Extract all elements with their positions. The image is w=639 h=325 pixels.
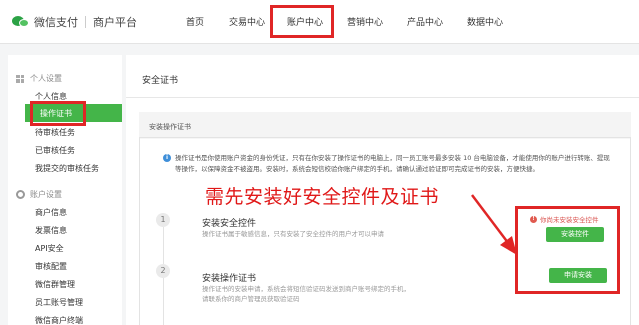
sidebar-group-personal: 个人设置	[16, 73, 62, 84]
sidebar-item-wechat-group[interactable]: 微信群管理	[35, 279, 75, 290]
step-number-2: 2	[156, 264, 170, 278]
sidebar-item-merchant-terminal[interactable]: 微信商户终端	[35, 315, 83, 325]
gear-icon	[16, 190, 25, 199]
panel-title: 安装操作证书	[149, 123, 191, 131]
sidebar-item-api-security[interactable]: API安全	[35, 243, 64, 254]
sidebar-item-pending-review[interactable]: 待审核任务	[35, 127, 75, 138]
step-number-1: 1	[156, 213, 170, 227]
sidebar-group-account: 账户设置	[16, 189, 62, 200]
brand-name: 微信支付	[34, 16, 78, 29]
sidebar-item-reviewed[interactable]: 已审核任务	[35, 145, 75, 156]
step-desc-1: 操作证书属于敏感信息，只有安装了安全控件的用户才可以申请	[202, 230, 384, 238]
sidebar-item-staff-accounts[interactable]: 员工账号管理	[35, 297, 83, 308]
title-divider	[126, 97, 639, 98]
brand-divider	[85, 16, 86, 28]
highlight-box-operation-certificate	[30, 101, 86, 126]
sidebar-item-invoice-info[interactable]: 发票信息	[35, 225, 67, 236]
sidebar-group-label: 个人设置	[30, 74, 62, 83]
sidebar-item-merchant-info[interactable]: 商户信息	[35, 207, 67, 218]
highlight-box-account-center	[270, 5, 334, 38]
brand-subtitle: 商户平台	[93, 16, 137, 29]
step-title-2: 安装操作证书	[202, 274, 257, 284]
nav-product-center[interactable]: 产品中心	[407, 15, 443, 28]
nav-marketing-center[interactable]: 营销中心	[347, 15, 383, 28]
highlight-box-buttons	[515, 206, 620, 294]
step-title-1: 安装安全控件	[202, 219, 257, 229]
sidebar-item-my-submitted-review[interactable]: 我提交的审核任务	[35, 163, 99, 174]
nav-trade-center[interactable]: 交易中心	[229, 15, 265, 28]
step-desc-2: 操作证书的安装申请，系统会将短信验证码发送到商户账号绑定的手机，	[202, 285, 410, 293]
step-desc-2b: 请联系你的商户管理员获取验证码	[202, 295, 300, 303]
info-icon: i	[163, 154, 171, 162]
nav-home[interactable]: 首页	[186, 15, 204, 28]
nav-data-center[interactable]: 数据中心	[467, 15, 503, 28]
info-text: 操作证书是你使用账户资金的身份凭证，只有在你安装了操作证书的电脑上，同一员工账号…	[175, 154, 610, 173]
wechat-pay-logo-icon	[12, 14, 30, 30]
sidebar-item-review-config[interactable]: 审核配置	[35, 261, 67, 272]
page-title: 安全证书	[142, 76, 179, 86]
brand-logo[interactable]: 微信支付 商户平台	[12, 13, 137, 31]
panel-header	[139, 112, 631, 138]
grid-icon	[16, 74, 24, 83]
sidebar-group-label: 账户设置	[30, 190, 62, 199]
annotation-text: 需先安装好安全控件及证书	[205, 186, 440, 208]
